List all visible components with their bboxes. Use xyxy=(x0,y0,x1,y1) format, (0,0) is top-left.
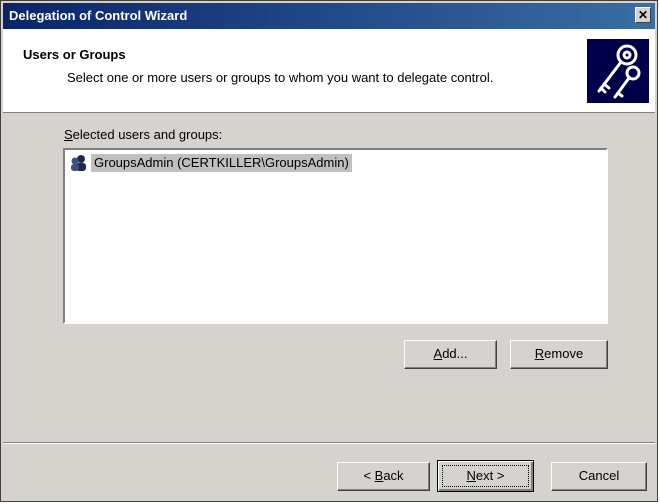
focus-rect xyxy=(442,465,529,487)
cancel-button[interactable]: Cancel xyxy=(551,462,647,491)
page-title: Users or Groups xyxy=(23,47,126,62)
close-icon: ✕ xyxy=(637,8,649,22)
window-title: Delegation of Control Wizard xyxy=(9,8,188,23)
page-subtitle: Select one or more users or groups to wh… xyxy=(67,70,494,85)
add-button[interactable]: Add... xyxy=(404,340,497,369)
remove-button[interactable]: Remove xyxy=(510,340,608,369)
wizard-header: Users or Groups Select one or more users… xyxy=(3,29,655,113)
group-icon xyxy=(69,154,89,172)
back-button[interactable]: < Back xyxy=(337,462,430,491)
footer-separator xyxy=(3,442,655,444)
list-item[interactable]: GroupsAdmin (CERTKILLER\GroupsAdmin) xyxy=(69,154,352,172)
next-button[interactable]: Next > xyxy=(437,460,534,492)
users-groups-listbox[interactable]: GroupsAdmin (CERTKILLER\GroupsAdmin) xyxy=(63,148,608,324)
wizard-window: Delegation of Control Wizard ✕ Users or … xyxy=(0,0,658,502)
list-item-text: GroupsAdmin (CERTKILLER\GroupsAdmin) xyxy=(91,154,352,172)
title-bar[interactable]: Delegation of Control Wizard ✕ xyxy=(3,3,655,29)
keys-icon xyxy=(587,39,649,103)
close-button[interactable]: ✕ xyxy=(635,7,651,23)
list-label: Selected users and groups: xyxy=(64,127,223,142)
